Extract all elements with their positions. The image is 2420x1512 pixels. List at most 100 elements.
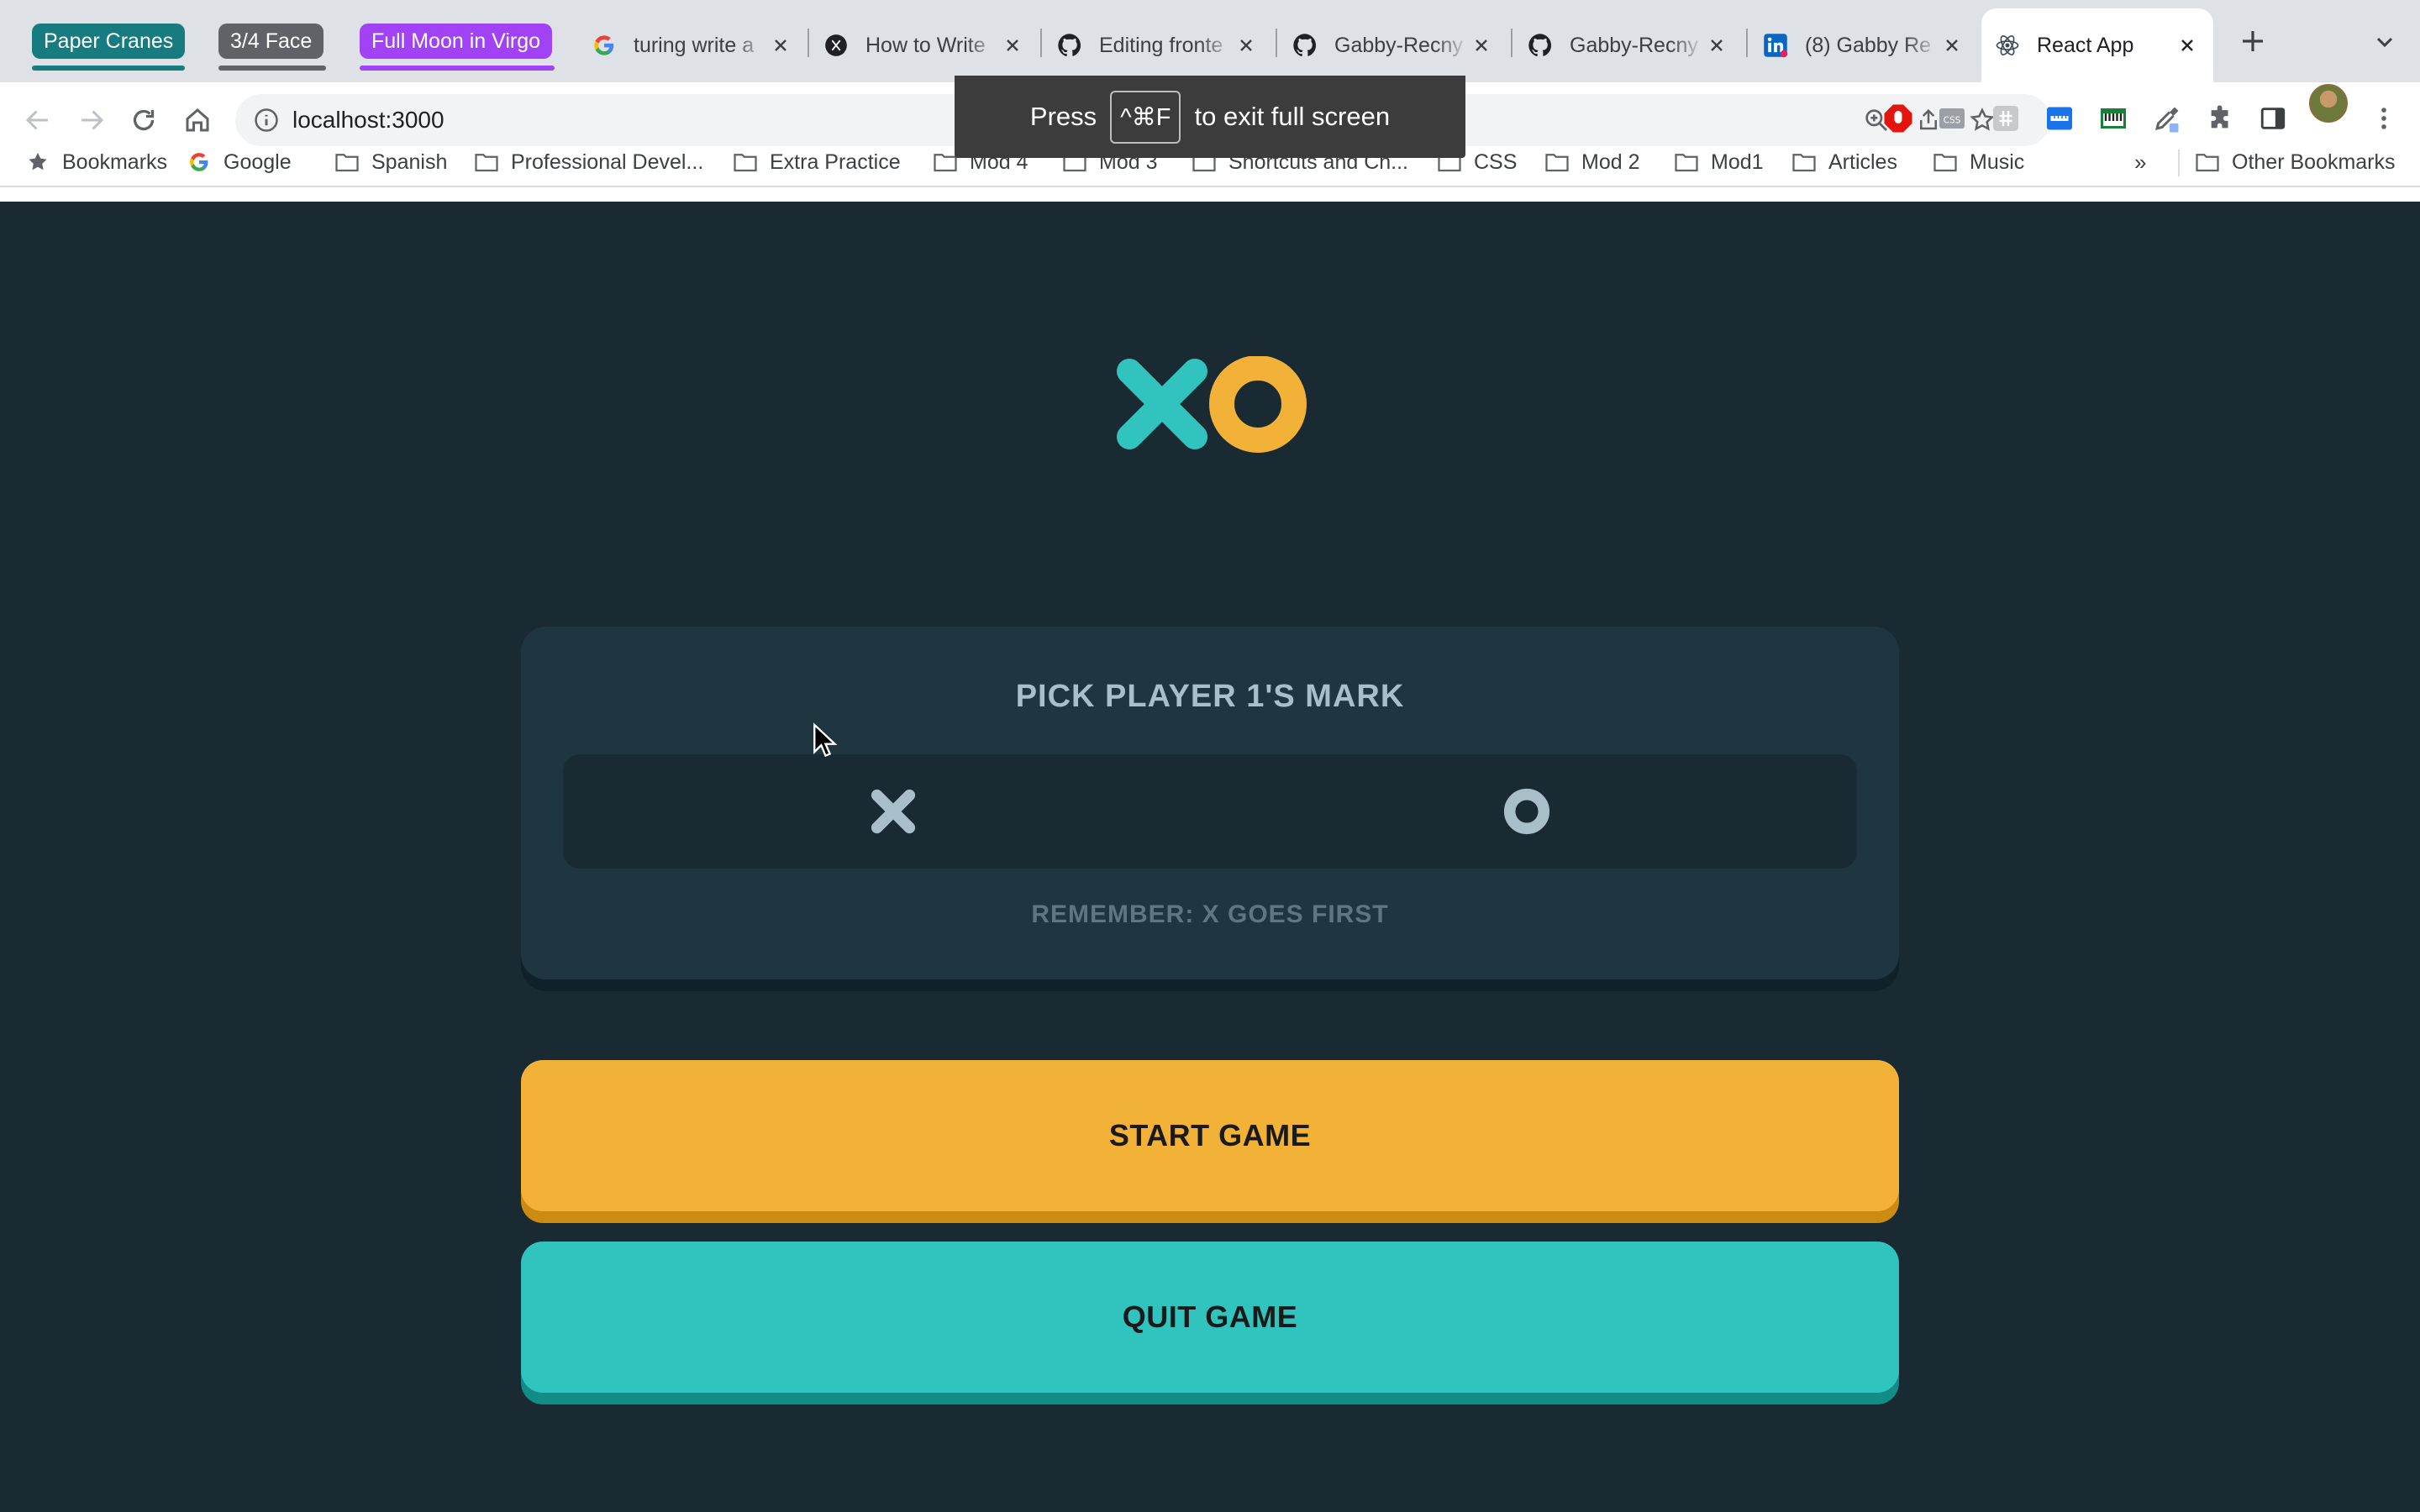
folder-icon — [2195, 150, 2220, 175]
profile-avatar[interactable] — [2309, 84, 2348, 123]
folder-icon — [1544, 150, 1570, 175]
forward-arrow-icon — [82, 110, 104, 130]
folder-icon — [1933, 150, 1958, 175]
bookmark-label: Extra Practice — [770, 150, 901, 174]
pick-o-button[interactable] — [1210, 768, 1844, 855]
google-icon — [187, 150, 212, 175]
x-mark-icon — [871, 789, 916, 834]
tab-turing[interactable]: turing write a — [578, 8, 807, 82]
bookmark-label: Google — [224, 150, 292, 174]
chevron-down-icon — [2376, 37, 2393, 48]
toast-suffix: to exit full screen — [1194, 102, 1391, 131]
tab-separator — [808, 29, 809, 57]
bookmark-extra-practice[interactable]: Extra Practice — [733, 139, 901, 185]
ad-block-extension-icon[interactable] — [1881, 101, 1916, 136]
bookmark-label: Spanish — [371, 150, 448, 174]
other-bookmarks-folder[interactable]: Other Bookmarks — [2195, 139, 2396, 185]
tab-group-full-moon[interactable]: Full Moon in Virgo — [360, 24, 553, 59]
close-icon[interactable] — [1234, 33, 1259, 58]
close-icon[interactable] — [1469, 33, 1494, 58]
quit-game-button[interactable]: QUIT GAME — [521, 1242, 1899, 1393]
reload-button[interactable] — [123, 99, 165, 141]
tab-editing-frontend[interactable]: Editing fronte — [1044, 8, 1272, 82]
bookmark-label: Mod 2 — [1581, 150, 1640, 174]
url-text[interactable]: localhost:3000 — [292, 94, 445, 146]
bookmark-spanish[interactable]: Spanish — [334, 139, 447, 185]
bookmark-bookmarks[interactable]: Bookmarks — [25, 139, 167, 185]
close-icon[interactable] — [1939, 33, 1965, 58]
github-icon — [1528, 33, 1553, 58]
folder-icon — [1791, 150, 1817, 175]
pick-mark-card: PICK PLAYER 1'S MARK REMEMBER: X GOES FI… — [521, 627, 1899, 979]
tab-separator — [1276, 29, 1277, 57]
folder-icon — [733, 150, 758, 175]
tab-title: React App — [2037, 33, 2134, 57]
new-tab-button[interactable] — [2235, 24, 2270, 59]
piano-extension-icon[interactable] — [2096, 101, 2131, 136]
bookmark-articles[interactable]: Articles — [1791, 139, 1897, 185]
bookmark-label: Bookmarks — [62, 150, 168, 174]
toast-prefix: Press — [1029, 102, 1097, 131]
fullscreen-toast: Press ^⌘F to exit full screen — [955, 76, 1465, 158]
side-panel-icon[interactable] — [2255, 101, 2291, 136]
tab-linkedin[interactable]: (8) Gabby Re — [1749, 8, 1978, 82]
react-icon — [1995, 33, 2020, 58]
bookmark-label: Music — [1970, 150, 2025, 174]
folder-icon — [1674, 150, 1699, 175]
bookmark-mod1[interactable]: Mod1 — [1674, 139, 1764, 185]
tab-gabby-recny-2[interactable]: Gabby-Recny — [1514, 8, 1743, 82]
start-game-button[interactable]: START GAME — [521, 1060, 1899, 1211]
close-icon[interactable] — [1000, 33, 1025, 58]
eyedropper-extension-icon[interactable] — [2149, 101, 2185, 136]
tab-separator — [1040, 29, 1042, 57]
tab-group-underline — [360, 66, 555, 71]
ruler-extension-icon[interactable] — [2042, 101, 2077, 136]
forward-button[interactable] — [71, 99, 113, 141]
x-mark-icon — [1117, 359, 1207, 449]
close-icon[interactable] — [768, 33, 793, 58]
kebab-menu-icon[interactable] — [2366, 101, 2402, 136]
tab-group-3-4-face[interactable]: 3/4 Face — [218, 24, 324, 59]
dev-icon — [823, 33, 849, 58]
bookmark-google[interactable]: Google — [187, 139, 292, 185]
back-button[interactable] — [17, 99, 59, 141]
tab-strip: Paper Cranes 3/4 Face Full Moon in Virgo… — [0, 0, 2420, 82]
close-icon[interactable] — [1704, 33, 1729, 58]
close-icon[interactable] — [2175, 33, 2200, 58]
pick-x-button[interactable] — [576, 768, 1210, 855]
xo-logo — [1117, 356, 1307, 453]
css-extension-icon[interactable]: CSS — [1934, 101, 1970, 136]
tab-separator — [1511, 29, 1512, 57]
goes-first-hint: REMEMBER: X GOES FIRST — [1031, 900, 1389, 928]
info-icon[interactable] — [254, 108, 279, 133]
mark-toggle — [563, 754, 1857, 869]
o-mark-icon — [1503, 788, 1550, 835]
tab-gabby-recny-1[interactable]: Gabby-Recny — [1279, 8, 1507, 82]
tab-group-paper-cranes[interactable]: Paper Cranes — [32, 24, 186, 59]
reload-icon — [133, 109, 155, 131]
mouse-cursor-icon — [813, 722, 837, 758]
puzzle-extensions-icon[interactable] — [2203, 101, 2238, 136]
bookmark-professional-devel[interactable]: Professional Devel... — [474, 139, 703, 185]
tab-how-to-write[interactable]: How to Write — [810, 8, 1039, 82]
home-button[interactable] — [176, 99, 218, 141]
github-icon — [1057, 33, 1082, 58]
tab-title: Gabby-Recny — [1334, 33, 1463, 57]
hash-extension-icon[interactable] — [1988, 101, 2023, 136]
tab-title: How to Write — [865, 33, 986, 57]
pick-mark-title: PICK PLAYER 1'S MARK — [1015, 679, 1405, 714]
bookmarks-overflow-button[interactable]: » — [2134, 139, 2146, 185]
bookmark-label: CSS — [1474, 150, 1518, 174]
tab-separator — [1746, 29, 1748, 57]
star-icon — [25, 150, 50, 175]
bookmarks-divider — [2178, 150, 2180, 176]
tab-search-button[interactable] — [2370, 27, 2400, 57]
linkedin-icon — [1763, 33, 1788, 58]
toolbar-divider — [0, 186, 2420, 187]
bookmark-music[interactable]: Music — [1933, 139, 2024, 185]
bookmark-mod-2[interactable]: Mod 2 — [1544, 139, 1639, 185]
tab-react-app[interactable]: React App — [1981, 8, 2213, 82]
home-icon — [186, 108, 209, 132]
folder-icon — [474, 150, 499, 175]
bookmark-label: Professional Devel... — [511, 150, 704, 174]
